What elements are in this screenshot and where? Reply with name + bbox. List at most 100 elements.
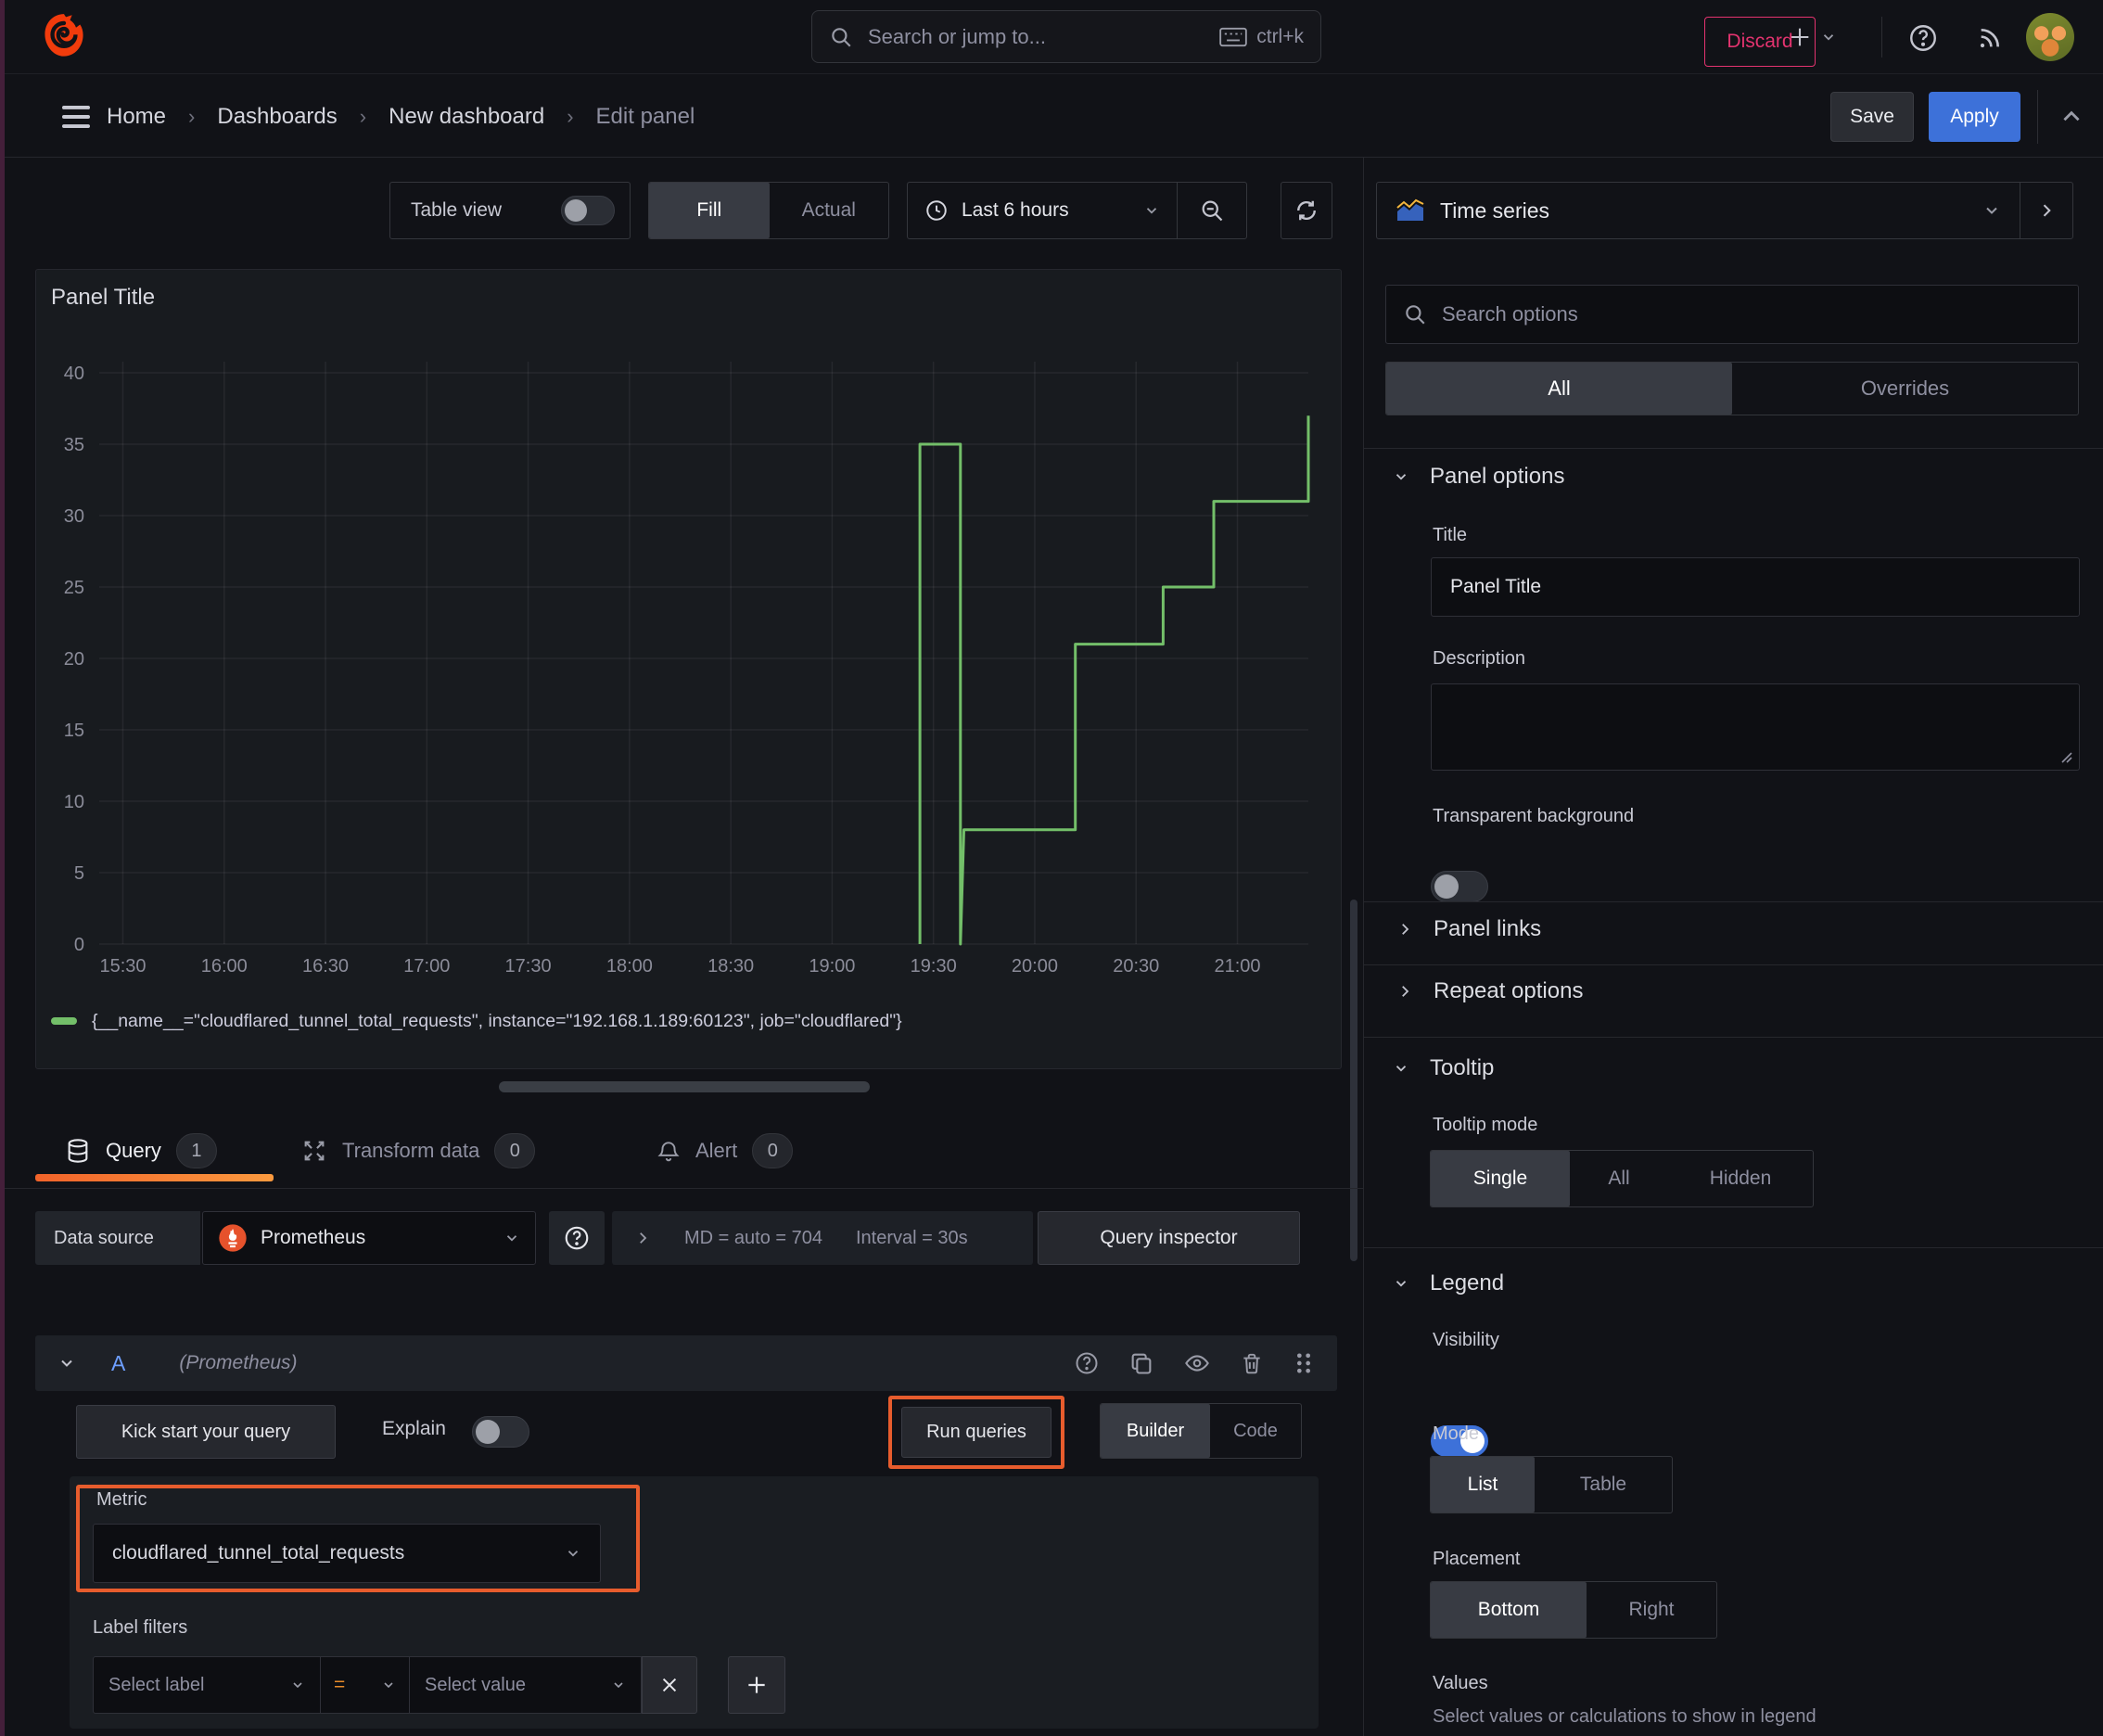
svg-text:5: 5 <box>74 863 84 884</box>
query-help-icon[interactable] <box>1074 1350 1100 1376</box>
clock-icon <box>926 200 947 221</box>
panel-links-header[interactable]: Panel links <box>1396 916 1541 942</box>
tab-alert[interactable]: Alert 0 <box>656 1118 794 1183</box>
news-button[interactable] <box>1970 19 2009 57</box>
legend-header[interactable]: Legend <box>1393 1270 1504 1296</box>
breadcrumb-new-dashboard[interactable]: New dashboard <box>389 104 544 130</box>
help-button[interactable] <box>1904 19 1943 57</box>
tab-all[interactable]: All <box>1386 363 1732 415</box>
legend-series-name[interactable]: {__name__="cloudflared_tunnel_total_requ… <box>92 1011 902 1032</box>
breadcrumb-home[interactable]: Home <box>107 104 166 130</box>
builder-code-switch: Builder Code <box>1100 1403 1302 1459</box>
grafana-logo[interactable] <box>40 7 88 65</box>
tooltip-mode-hidden[interactable]: Hidden <box>1668 1151 1813 1206</box>
query-datasource-hint: (Prometheus) <box>179 1352 298 1373</box>
svg-text:35: 35 <box>64 435 84 455</box>
collapse-options-button[interactable] <box>2050 96 2093 138</box>
tooltip-mode-single[interactable]: Single <box>1431 1151 1570 1206</box>
duplicate-query-icon[interactable] <box>1128 1350 1154 1376</box>
legend-mode-table[interactable]: Table <box>1535 1457 1672 1513</box>
metric-select[interactable]: cloudflared_tunnel_total_requests <box>93 1524 601 1583</box>
tooltip-title: Tooltip <box>1430 1055 1495 1080</box>
scrollbar-thumb[interactable] <box>1350 900 1357 1261</box>
expand-options-icon[interactable] <box>634 1230 651 1246</box>
select-value-dropdown[interactable]: Select value <box>410 1656 642 1714</box>
section-divider <box>1364 901 2103 902</box>
datasource-help-button[interactable] <box>549 1211 605 1265</box>
refresh-button[interactable] <box>1281 182 1332 239</box>
svg-text:20:30: 20:30 <box>1113 956 1159 976</box>
transparent-background-toggle[interactable] <box>1431 871 1488 902</box>
query-row-header[interactable]: A (Prometheus) <box>35 1335 1337 1391</box>
panel-options-header[interactable]: Panel options <box>1393 464 1564 490</box>
tab-transform-label: Transform data <box>342 1139 480 1162</box>
builder-option[interactable]: Builder <box>1101 1404 1210 1458</box>
panel-title-input[interactable]: Panel Title <box>1431 557 2080 617</box>
search-options-input[interactable]: Search options <box>1385 285 2079 344</box>
description-textarea[interactable] <box>1431 683 2080 771</box>
select-label-placeholder: Select label <box>108 1674 205 1695</box>
select-label-dropdown[interactable]: Select label <box>93 1656 321 1714</box>
remove-filter-button[interactable] <box>642 1656 697 1714</box>
pane-resize-handle[interactable] <box>499 1081 870 1092</box>
tooltip-header[interactable]: Tooltip <box>1393 1055 1494 1081</box>
repeat-options-header[interactable]: Repeat options <box>1396 978 1583 1004</box>
add-filter-button[interactable] <box>728 1656 785 1714</box>
legend-placement-right[interactable]: Right <box>1587 1582 1716 1638</box>
panel-links-title: Panel links <box>1434 916 1542 941</box>
chevron-down-icon <box>1986 207 1997 214</box>
query-inspector-button[interactable]: Query inspector <box>1038 1211 1300 1265</box>
zoom-out-button[interactable] <box>1178 183 1246 238</box>
legend-series-swatch[interactable] <box>51 1017 77 1025</box>
delete-query-icon[interactable] <box>1240 1350 1264 1376</box>
menu-toggle[interactable] <box>53 96 99 138</box>
max-data-points-stat: MD = auto = 704 <box>684 1227 822 1248</box>
select-value-placeholder: Select value <box>425 1674 526 1695</box>
drag-handle-icon[interactable] <box>1293 1350 1315 1376</box>
fill-actual-switch: Fill Actual <box>648 182 889 239</box>
apply-button[interactable]: Apply <box>1929 92 2020 142</box>
query-ref-id[interactable]: A <box>111 1351 125 1376</box>
toggle-visibility-icon[interactable] <box>1183 1350 1211 1376</box>
tooltip-mode-all[interactable]: All <box>1570 1151 1668 1206</box>
interval-stat: Interval = 30s <box>855 1227 968 1248</box>
datasource-select[interactable]: Prometheus <box>202 1211 536 1265</box>
resize-grip-icon <box>2061 752 2072 763</box>
explain-toggle[interactable] <box>472 1416 529 1448</box>
breadcrumb-dashboards[interactable]: Dashboards <box>217 104 337 130</box>
legend-mode-list[interactable]: List <box>1431 1457 1535 1513</box>
code-option[interactable]: Code <box>1210 1404 1301 1458</box>
search-icon <box>1406 305 1425 325</box>
legend-placement-bottom[interactable]: Bottom <box>1431 1582 1587 1638</box>
legend-placement-label: Placement <box>1433 1549 1521 1569</box>
grafana-edit-panel-page: Search or jump to... ctrl+k Home › Dashb… <box>0 0 2103 1736</box>
fill-option[interactable]: Fill <box>649 183 770 238</box>
transform-icon <box>304 1141 325 1161</box>
save-button[interactable]: Save <box>1830 92 1914 142</box>
chevron-down-icon <box>567 1551 579 1557</box>
chevron-right-icon <box>1402 986 1409 997</box>
kick-start-query-button[interactable]: Kick start your query <box>76 1405 336 1459</box>
visualization-picker: Time series <box>1376 182 2073 239</box>
tab-transform-count: 0 <box>494 1133 536 1168</box>
tab-transform[interactable]: Transform data 0 <box>301 1118 536 1183</box>
svg-text:16:30: 16:30 <box>302 956 349 976</box>
actual-option[interactable]: Actual <box>770 183 889 238</box>
visualization-select[interactable]: Time series <box>1377 183 2020 238</box>
table-view-toggle[interactable] <box>561 196 615 225</box>
database-icon <box>68 1139 88 1163</box>
legend-mode-switch: List Table <box>1430 1456 1673 1513</box>
tab-overrides[interactable]: Overrides <box>1732 363 2078 415</box>
discard-button[interactable]: Discard <box>1704 17 1816 67</box>
actions-divider <box>2037 90 2038 144</box>
operator-dropdown[interactable]: = <box>321 1656 410 1714</box>
collapse-query-icon[interactable] <box>57 1354 76 1372</box>
toggle-viz-picker-button[interactable] <box>2020 183 2072 238</box>
run-queries-button[interactable]: Run queries <box>901 1407 1052 1458</box>
time-range-picker[interactable]: Last 6 hours <box>908 183 1177 238</box>
all-overrides-switch: All Overrides <box>1385 362 2079 415</box>
global-search-input[interactable]: Search or jump to... ctrl+k <box>811 10 1321 63</box>
user-avatar[interactable] <box>2026 13 2074 61</box>
svg-text:15:30: 15:30 <box>99 956 146 976</box>
time-series-chart[interactable]: 0 5 10 15 20 25 30 35 40 15:30 16:00 16:30 17:00 17:3… <box>36 270 1341 1068</box>
